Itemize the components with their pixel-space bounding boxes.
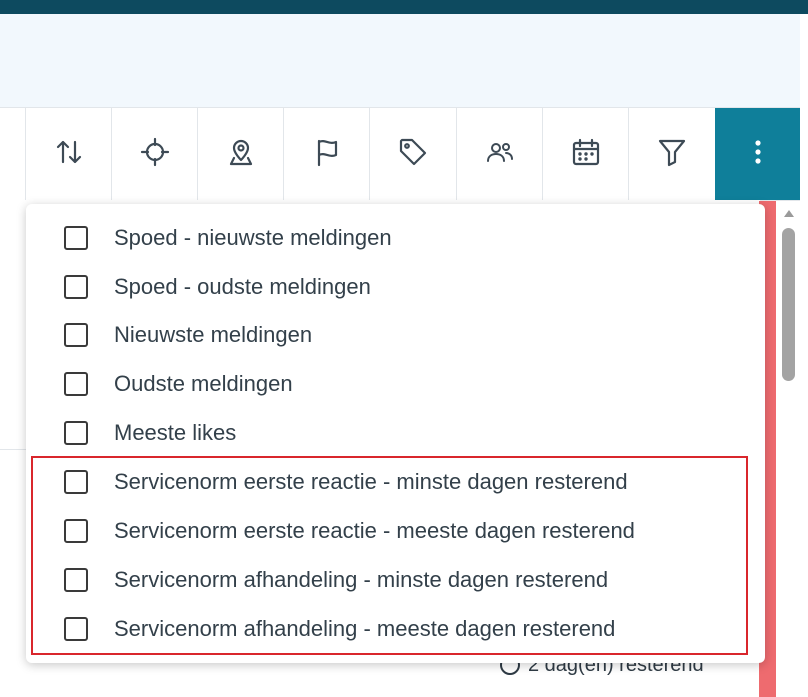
sort-option[interactable]: Servicenorm eerste reactie - minste dage… [64,462,754,502]
sort-dropdown: Spoed - nieuwste meldingen Spoed - oudst… [26,204,765,663]
crosshair-icon [139,136,171,173]
scroll-up-arrow-icon[interactable] [784,210,794,217]
sort-button[interactable] [25,108,112,200]
header-area [0,14,800,108]
sort-option[interactable]: Nieuwste meldingen [64,315,754,355]
filter-button[interactable] [628,108,715,200]
location-button[interactable] [197,108,284,200]
checkbox[interactable] [64,226,88,250]
sort-option[interactable]: Oudste meldingen [64,364,754,404]
flag-icon [311,136,343,173]
sort-option[interactable]: Servicenorm afhandeling - minste dagen r… [64,560,754,600]
sort-option-label: Servicenorm eerste reactie - meeste dage… [114,518,635,543]
sort-option-label: Servicenorm eerste reactie - minste dage… [114,469,628,494]
calendar-icon [570,136,602,173]
scrollbar-thumb[interactable] [782,228,795,381]
sort-option-label: Servicenorm afhandeling - minste dagen r… [114,567,609,592]
checkbox[interactable] [64,372,88,396]
toolbar [0,108,800,201]
location-pin-icon [225,136,257,173]
sort-option[interactable]: Servicenorm afhandeling - meeste dagen r… [64,609,754,649]
sort-option-label: Servicenorm afhandeling - meeste dagen r… [114,616,616,641]
calendar-button[interactable] [542,108,629,200]
sort-option[interactable]: Meeste likes [64,413,754,453]
sort-option-label: Spoed - nieuwste meldingen [114,225,392,250]
checkbox[interactable] [64,519,88,543]
sort-option[interactable]: Servicenorm eerste reactie - meeste dage… [64,511,754,551]
filter-icon [656,136,688,173]
more-vertical-icon [742,136,774,173]
flag-button[interactable] [283,108,370,200]
sort-option-label: Meeste likes [114,420,237,445]
tag-button[interactable] [369,108,456,200]
checkbox[interactable] [64,275,88,299]
users-button[interactable] [456,108,543,200]
sort-arrows-icon [53,136,85,173]
checkbox[interactable] [64,323,88,347]
checkbox[interactable] [64,470,88,494]
checkbox[interactable] [64,568,88,592]
top-bar [0,0,808,14]
sort-option[interactable]: Spoed - nieuwste meldingen [64,218,754,258]
sort-option-label: Nieuwste meldingen [114,322,313,347]
users-icon [484,136,516,173]
sort-option-label: Oudste meldingen [114,371,293,396]
tag-icon [397,136,429,173]
sort-option[interactable]: Spoed - oudste meldingen [64,267,754,307]
more-options-button[interactable] [715,108,800,200]
checkbox[interactable] [64,421,88,445]
sort-option-label: Spoed - oudste meldingen [114,274,371,299]
location-target-button[interactable] [111,108,198,200]
checkbox[interactable] [64,617,88,641]
